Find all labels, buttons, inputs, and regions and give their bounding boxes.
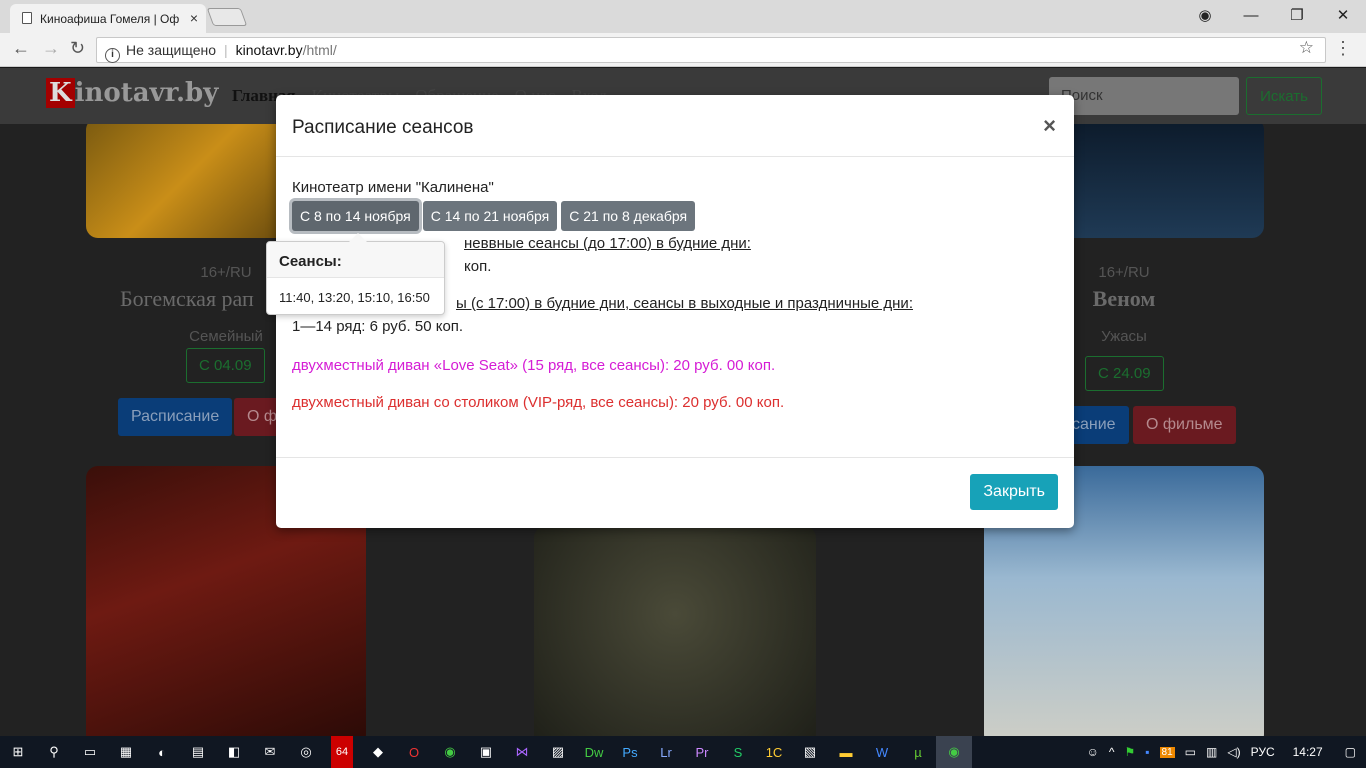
network-icon[interactable]: ▥ <box>1206 745 1217 759</box>
visual-studio-icon[interactable]: ⋈ <box>504 736 540 768</box>
close-button[interactable]: Закрыть <box>970 474 1058 510</box>
loveseat-price: двухместный диван «Love Seat» (15 ряд, в… <box>292 357 776 374</box>
clock[interactable]: 14:27 <box>1293 745 1323 759</box>
maps-icon[interactable]: ◆ <box>360 736 396 768</box>
start-icon[interactable]: ⊞ <box>0 736 36 768</box>
flag-icon[interactable]: ⚑ <box>1125 745 1136 759</box>
address-field[interactable]: i Не защищено | kinotavr.by/html/ <box>96 37 1326 63</box>
security-label: Не защищено <box>126 42 216 58</box>
url-host: kinotavr.by <box>235 42 303 58</box>
app-icon[interactable]: ▣ <box>468 736 504 768</box>
explorer-icon[interactable]: ▬ <box>828 736 864 768</box>
forward-icon[interactable]: → <box>42 38 60 59</box>
language-indicator[interactable]: РУС <box>1251 745 1275 759</box>
url-path: /html/ <box>302 42 337 58</box>
browser-tabbar: Киноафиша Гомеля | Оф × ◉ — ❐ ✕ <box>0 0 1366 33</box>
close-icon[interactable]: × <box>1043 113 1056 139</box>
dreamweaver-icon[interactable]: Dw <box>576 736 612 768</box>
tray-81-icon[interactable]: 81 <box>1159 746 1175 758</box>
address-bar-row: ← → ↻ i Не защищено | kinotavr.by/html/ <box>0 33 1366 67</box>
back-icon[interactable]: ← <box>12 38 30 59</box>
browser-tab[interactable]: Киноафиша Гомеля | Оф × <box>10 4 206 33</box>
chrome-active-icon[interactable]: ◉ <box>936 736 972 768</box>
week-button-3[interactable]: С 21 по 8 декабря <box>561 201 696 231</box>
tray-expand-icon[interactable]: ^ <box>1109 745 1115 759</box>
cinema-name: Кинотеатр имени "Калинена" <box>292 179 494 196</box>
lightroom-icon[interactable]: Lr <box>648 736 684 768</box>
chrome-icon[interactable]: ◉ <box>432 736 468 768</box>
tab-title: Киноафиша Гомеля | Оф <box>40 12 180 26</box>
app-icon[interactable]: ▨ <box>540 736 576 768</box>
evening-price: 1—14 ряд: 6 руб. 50 коп. <box>292 318 464 335</box>
popover-title: Сеансы: <box>267 242 444 278</box>
app-64-icon[interactable]: 64 <box>331 736 353 768</box>
daytime-label: неввные сеансы (до 17:00) в будние дни: <box>464 235 751 252</box>
app-s-icon[interactable]: S <box>720 736 756 768</box>
premiere-icon[interactable]: Pr <box>684 736 720 768</box>
modal-title: Расписание сеансов <box>292 117 474 138</box>
sessions-popover: Сеансы: 11:40, 13:20, 15:10, 16:50 <box>266 233 445 315</box>
restore-button[interactable]: ❐ <box>1274 0 1320 30</box>
week-button-2[interactable]: С 14 по 21 ноября <box>422 201 558 231</box>
bluetooth-icon[interactable]: ▪ <box>1145 745 1149 759</box>
notifications-icon[interactable]: ▢ <box>1345 745 1356 759</box>
1c-icon[interactable]: 1C <box>756 736 792 768</box>
opera-icon[interactable]: O <box>396 736 432 768</box>
battery-icon[interactable]: ▭ <box>1185 745 1196 759</box>
app-icon[interactable]: ▧ <box>792 736 828 768</box>
bookmark-star-icon[interactable]: ☆ <box>1299 38 1314 58</box>
evening-label: ы (с 17:00) в будние дни, сеансы в выход… <box>456 295 913 312</box>
new-tab-button[interactable] <box>206 8 248 26</box>
vip-price: двухместный диван со столиком (VIP-ряд, … <box>292 394 785 411</box>
account-icon[interactable]: ◉ <box>1182 0 1228 30</box>
reload-icon[interactable]: ↻ <box>70 38 85 59</box>
search-icon[interactable]: ⚲ <box>36 736 72 768</box>
task-view-icon[interactable]: ▭ <box>72 736 108 768</box>
browser-menu-icon[interactable]: ⋮ <box>1334 38 1352 59</box>
page-icon <box>22 12 32 24</box>
word-icon[interactable]: W <box>864 736 900 768</box>
store-icon[interactable]: ◧ <box>216 736 252 768</box>
close-window-button[interactable]: ✕ <box>1320 0 1366 30</box>
app-icon[interactable]: ◐ <box>144 736 180 768</box>
people-icon[interactable]: ☺ <box>1087 745 1099 759</box>
calendar-icon[interactable]: ▦ <box>108 736 144 768</box>
mail-icon[interactable]: ✉ <box>252 736 288 768</box>
minimize-button[interactable]: — <box>1228 0 1274 30</box>
week-button-1[interactable]: С 8 по 14 ноября <box>292 201 419 231</box>
taskbar: ⊞ ⚲ ▭ ▦ ◐ ▤ ◧ ✉ ◎ 64 ◆ O ◉ ▣ ⋈ ▨ Dw Ps L… <box>0 736 1366 768</box>
close-tab-icon[interactable]: × <box>190 10 198 26</box>
volume-icon[interactable]: ◁) <box>1227 745 1240 759</box>
torrent-icon[interactable]: µ <box>900 736 936 768</box>
calculator-icon[interactable]: ▤ <box>180 736 216 768</box>
session-times: 11:40, 13:20, 15:10, 16:50 <box>279 290 430 305</box>
info-icon[interactable]: i <box>105 48 120 63</box>
app-icon[interactable]: ◎ <box>288 736 324 768</box>
photoshop-icon[interactable]: Ps <box>612 736 648 768</box>
